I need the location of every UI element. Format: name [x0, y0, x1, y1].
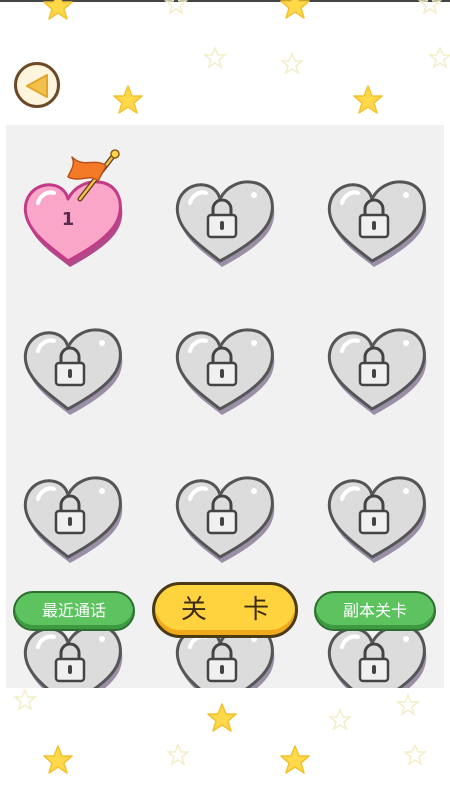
locked-heart-icon — [175, 180, 275, 267]
level-unlocked[interactable]: 1 — [18, 149, 128, 273]
level-locked[interactable] — [322, 321, 432, 421]
level-locked[interactable] — [322, 173, 432, 273]
recent-calls-button[interactable]: 最近通话 — [13, 591, 135, 631]
locked-heart-icon — [327, 180, 427, 267]
level-locked[interactable] — [322, 469, 432, 569]
level-locked[interactable] — [18, 469, 128, 569]
flag-icon — [67, 149, 120, 202]
locked-heart-icon — [23, 476, 123, 563]
level-locked[interactable] — [170, 469, 280, 569]
levels-button[interactable]: 关 卡 — [152, 582, 298, 638]
level-locked[interactable] — [170, 173, 280, 273]
back-button[interactable] — [14, 62, 60, 108]
locked-heart-icon — [175, 476, 275, 563]
level-number: 1 — [61, 209, 75, 230]
locked-heart-icon — [327, 476, 427, 563]
locked-heart-icon — [23, 328, 123, 415]
locked-heart-icon — [175, 328, 275, 415]
back-arrow-icon — [26, 74, 48, 98]
locked-heart-icon — [327, 328, 427, 415]
dungeon-levels-button[interactable]: 副本关卡 — [314, 591, 436, 631]
level-locked[interactable] — [18, 321, 128, 421]
level-locked[interactable] — [170, 321, 280, 421]
